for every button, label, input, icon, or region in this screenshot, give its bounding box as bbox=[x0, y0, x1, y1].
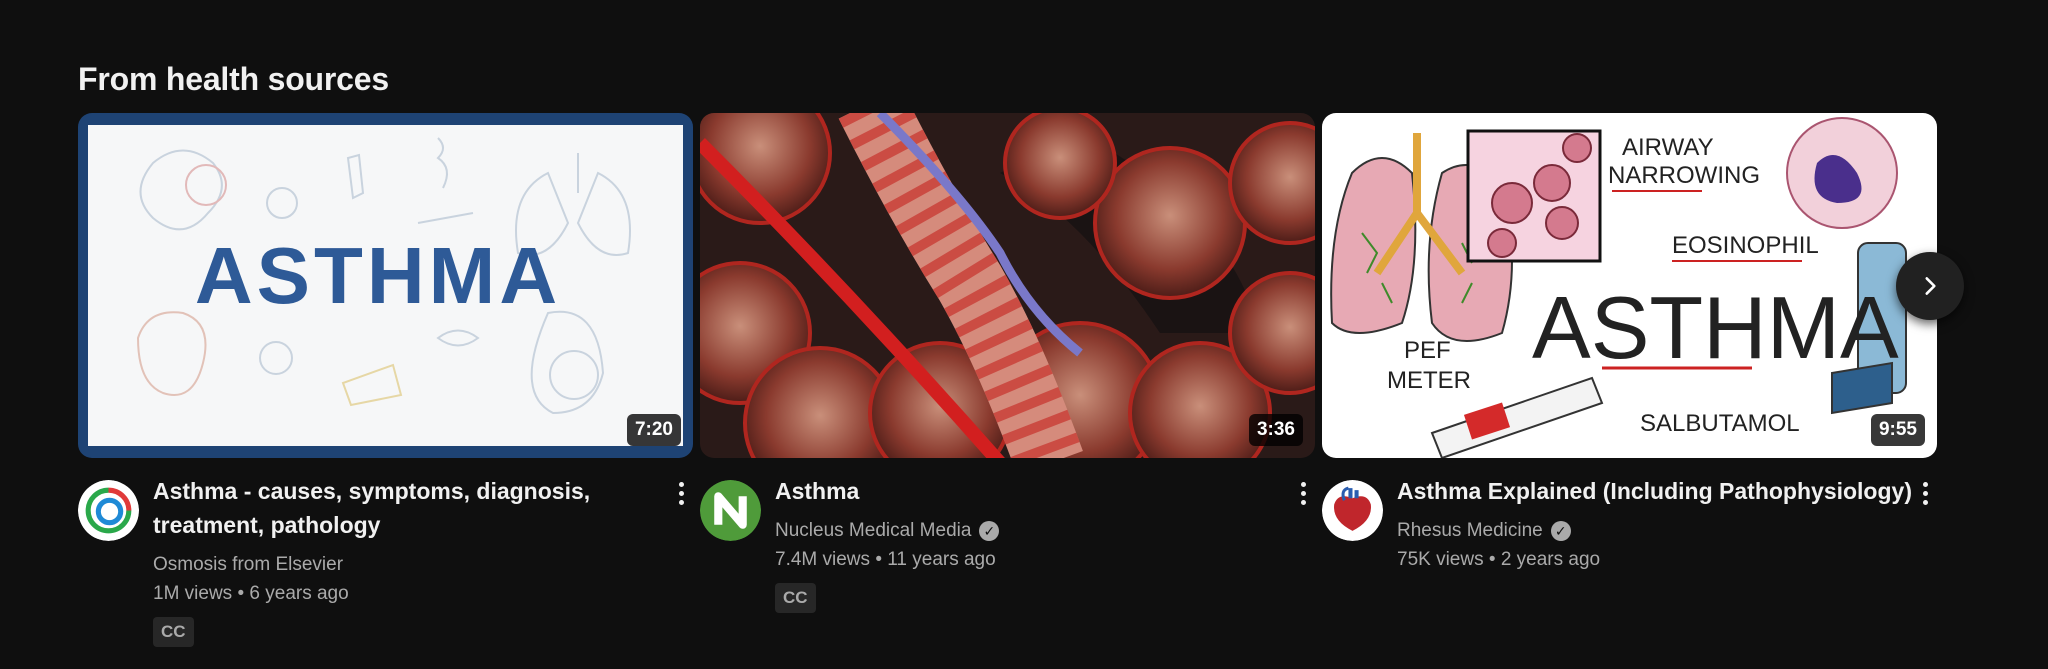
video-stats: 75K views • 2 years ago bbox=[1397, 549, 1601, 570]
channel-name[interactable]: Nucleus Medical Media bbox=[775, 520, 971, 542]
view-count: 7.4M views bbox=[775, 549, 871, 570]
svg-text:NARROWING: NARROWING bbox=[1608, 162, 1760, 189]
video-card-2: 3:36 Asthma Nucleus Medical Media ✓ 7.4M… bbox=[700, 113, 1315, 660]
svg-text:METER: METER bbox=[1387, 367, 1471, 394]
channel-avatar[interactable] bbox=[78, 480, 139, 541]
shelf-title: From health sources bbox=[78, 60, 389, 97]
cc-badge: CC bbox=[153, 617, 194, 647]
verified-check-icon: ✓ bbox=[1550, 521, 1571, 541]
upload-age: 6 years ago bbox=[249, 583, 349, 604]
svg-text:AIRWAY: AIRWAY bbox=[1622, 134, 1714, 161]
svg-text:ASTHMA: ASTHMA bbox=[195, 231, 561, 320]
svg-text:PEF: PEF bbox=[1404, 337, 1451, 364]
duration-badge: 9:55 bbox=[1870, 414, 1925, 446]
more-options-icon[interactable] bbox=[1913, 476, 1937, 510]
video-card-1: ASTHMA 7:20 Asthma - causes, symptoms, d… bbox=[78, 113, 693, 660]
view-count: 75K views bbox=[1397, 549, 1484, 570]
thumbnail-image bbox=[700, 113, 1315, 458]
video-title[interactable]: Asthma Explained (Including Pathophysiol… bbox=[1397, 474, 1912, 508]
video-thumbnail[interactable]: AIRWAY NARROWING EOSINOPHIL ASTHMA PEF M… bbox=[1322, 113, 1937, 458]
video-stats: 7.4M views • 11 years ago bbox=[775, 549, 996, 570]
video-thumbnail[interactable]: 3:36 bbox=[700, 113, 1315, 458]
more-options-icon[interactable] bbox=[669, 476, 693, 510]
thumbnail-image: ASTHMA bbox=[78, 113, 693, 458]
verified-check-icon: ✓ bbox=[979, 521, 1000, 541]
duration-badge: 7:20 bbox=[626, 414, 681, 446]
svg-text:ASTHMA: ASTHMA bbox=[1532, 278, 1899, 377]
video-title[interactable]: Asthma bbox=[775, 474, 1277, 508]
video-title[interactable]: Asthma - causes, symptoms, diagnosis, tr… bbox=[153, 474, 655, 542]
video-stats: 1M views • 6 years ago bbox=[153, 583, 349, 604]
chevron-right-icon bbox=[1925, 277, 1936, 295]
thumbnail-image: AIRWAY NARROWING EOSINOPHIL ASTHMA PEF M… bbox=[1322, 113, 1937, 458]
cc-badge: CC bbox=[775, 583, 816, 613]
channel-avatar[interactable] bbox=[1322, 480, 1383, 541]
upload-age: 11 years ago bbox=[887, 549, 996, 570]
duration-badge: 3:36 bbox=[1248, 414, 1303, 446]
view-count: 1M views bbox=[153, 583, 233, 604]
more-options-icon[interactable] bbox=[1291, 476, 1315, 510]
upload-age: 2 years ago bbox=[1500, 549, 1601, 570]
video-thumbnail[interactable]: ASTHMA 7:20 bbox=[78, 113, 693, 458]
channel-name[interactable]: Rhesus Medicine bbox=[1397, 520, 1543, 542]
svg-text:EOSINOPHIL: EOSINOPHIL bbox=[1672, 232, 1819, 259]
channel-name[interactable]: Osmosis from Elsevier bbox=[153, 554, 343, 576]
next-button[interactable] bbox=[1896, 252, 1964, 320]
svg-text:SALBUTAMOL: SALBUTAMOL bbox=[1640, 410, 1800, 437]
video-card-3: AIRWAY NARROWING EOSINOPHIL ASTHMA PEF M… bbox=[1322, 113, 1937, 660]
channel-avatar[interactable] bbox=[700, 480, 761, 541]
